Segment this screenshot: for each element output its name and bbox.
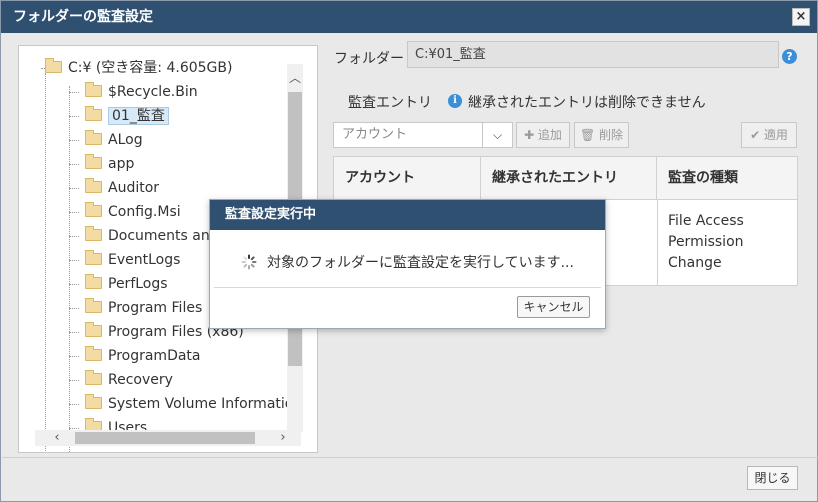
- tree-connector: [69, 212, 79, 213]
- tree-item-label: EventLogs: [108, 252, 181, 268]
- folder-icon: [85, 370, 102, 385]
- spinner-icon: [241, 254, 257, 270]
- tree-connector: [69, 236, 79, 237]
- tree-item-label: Program Files: [108, 300, 203, 316]
- tree-item[interactable]: Auditor: [85, 177, 159, 199]
- tree-root-label: C:¥ (空き容量: 4.605GB): [68, 60, 233, 76]
- progress-modal: 監査設定実行中 対象のフォルダーに監査設定を実行しています... キャンセル: [209, 199, 606, 329]
- tree-item-label: ALog: [108, 132, 143, 148]
- cancel-button[interactable]: キャンセル: [517, 296, 590, 318]
- tree-item[interactable]: $Recycle.Bin: [85, 81, 198, 103]
- tree-item-label: Config.Msi: [108, 204, 181, 220]
- audit-type-item: File Access: [668, 213, 744, 229]
- folder-icon: [85, 178, 102, 193]
- tree-connector: [69, 284, 79, 285]
- account-select-placeholder: アカウント: [342, 127, 408, 142]
- tree-connector: [69, 164, 79, 165]
- info-text: 継承されたエントリは削除できません: [468, 95, 706, 111]
- tree-item[interactable]: Recovery: [85, 369, 173, 391]
- chevron-right-icon[interactable]: ›: [275, 430, 291, 446]
- audit-type-item: Change: [668, 255, 722, 271]
- audit-type-item: Permission: [668, 234, 744, 250]
- folder-icon: [85, 226, 102, 241]
- chevron-up-icon[interactable]: ︿: [287, 70, 303, 86]
- tree-item-label: Auditor: [108, 180, 160, 196]
- chevron-down-icon[interactable]: ⌵: [482, 123, 512, 147]
- column-header-audit-type[interactable]: 監査の種類: [657, 157, 797, 200]
- apply-button[interactable]: ✔ 適用: [741, 122, 797, 148]
- tree-connector: [69, 140, 79, 141]
- audit-entry-label: 監査エントリ: [348, 95, 432, 111]
- folder-icon: [85, 298, 102, 313]
- tree-connector: [69, 404, 79, 405]
- tree-item-label: Documents and: [108, 228, 219, 244]
- tree-item-label: app: [108, 156, 135, 172]
- folder-path-field: C:¥01_監査: [407, 41, 779, 68]
- tree-item[interactable]: EventLogs: [85, 249, 180, 271]
- tree-connector: [69, 332, 79, 333]
- tree-guide-line: [69, 86, 70, 452]
- folder-icon: [85, 322, 102, 337]
- column-divider: [657, 200, 658, 285]
- folder-icon: [85, 82, 102, 97]
- modal-title: 監査設定実行中: [210, 200, 605, 230]
- column-header-account[interactable]: アカウント: [334, 157, 481, 200]
- tree-guide-line: [45, 73, 46, 452]
- account-select[interactable]: アカウント ⌵: [333, 122, 513, 148]
- folder-icon: [45, 58, 62, 73]
- folder-icon: [85, 154, 102, 169]
- tree-item-label: 01_監査: [108, 107, 169, 125]
- add-button[interactable]: ✚ 追加: [516, 122, 570, 148]
- scrollbar-thumb[interactable]: [75, 432, 255, 444]
- folder-icon: [85, 394, 102, 409]
- tree-item-selected[interactable]: 01_監査: [85, 105, 169, 127]
- modal-divider: [214, 287, 601, 288]
- progress-message: 対象のフォルダーに監査設定を実行しています...: [267, 255, 574, 271]
- tree-item[interactable]: app: [85, 153, 134, 175]
- tree-item-label: PerfLogs: [108, 276, 168, 292]
- tree-item[interactable]: Config.Msi: [85, 201, 181, 223]
- folder-icon: [85, 106, 102, 121]
- tree-connector: [69, 428, 79, 429]
- close-icon[interactable]: ×: [792, 8, 810, 26]
- delete-button[interactable]: 🗑 削除: [574, 122, 629, 148]
- tree-connector: [69, 92, 79, 93]
- dialog-title: フォルダーの監査設定: [1, 1, 817, 33]
- close-button[interactable]: 閉じる: [747, 466, 798, 490]
- tree-item[interactable]: PerfLogs: [85, 273, 168, 295]
- folder-icon: [85, 346, 102, 361]
- tree-connector: [69, 116, 79, 117]
- folder-icon: [85, 130, 102, 145]
- tree-item-label: System Volume Informatio: [108, 396, 294, 412]
- tree-item[interactable]: ProgramData: [85, 345, 201, 367]
- table-header: アカウント 継承されたエントリ 監査の種類: [334, 157, 797, 200]
- table-cell-audit-type: File Access Permission Change: [668, 211, 744, 274]
- tree-connector: [69, 188, 79, 189]
- folder-label: フォルダー: [334, 51, 404, 67]
- tree-item[interactable]: Documents and: [85, 225, 219, 247]
- tree-item-label: Recovery: [108, 372, 173, 388]
- folder-icon: [85, 250, 102, 265]
- tree-horizontal-scrollbar[interactable]: ‹ ›: [35, 430, 301, 446]
- tree-connector: [69, 356, 79, 357]
- help-icon[interactable]: ?: [782, 49, 797, 64]
- column-header-inherited[interactable]: 継承されたエントリ: [481, 157, 657, 200]
- audit-settings-dialog: フォルダーの監査設定 × C:¥ (空き容量: 4.605GB) $Recycl…: [0, 0, 818, 502]
- footer-divider: [2, 457, 818, 458]
- info-icon: i: [448, 94, 462, 108]
- tree-root[interactable]: C:¥ (空き容量: 4.605GB): [45, 57, 232, 79]
- tree-item-label: $Recycle.Bin: [108, 84, 198, 100]
- tree-connector: [69, 308, 79, 309]
- chevron-left-icon[interactable]: ‹: [49, 430, 65, 446]
- tree-item[interactable]: Program Files: [85, 297, 202, 319]
- tree-connector: [69, 260, 79, 261]
- tree-item[interactable]: System Volume Informatio: [85, 393, 293, 415]
- tree-item[interactable]: ALog: [85, 129, 143, 151]
- tree-connector: [69, 380, 79, 381]
- folder-icon: [85, 274, 102, 289]
- folder-icon: [85, 202, 102, 217]
- tree-item-label: ProgramData: [108, 348, 201, 364]
